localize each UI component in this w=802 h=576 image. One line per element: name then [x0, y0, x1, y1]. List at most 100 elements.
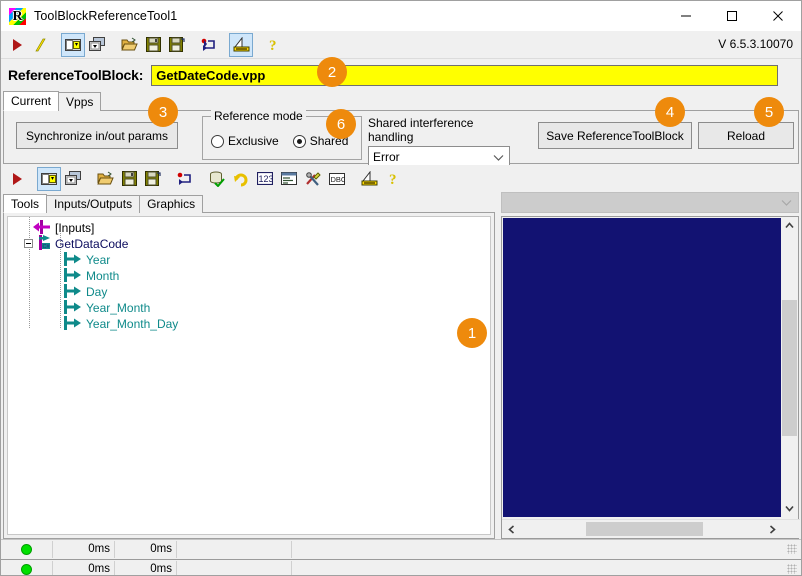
- window-title: ToolBlockReferenceTool1: [34, 9, 178, 23]
- tree-item-year-month-day[interactable]: Year_Month_Day: [8, 315, 490, 332]
- tool-tree[interactable]: [Inputs] C# GetDataCode Year Month Day Y…: [7, 216, 491, 535]
- tree-item-label: GetDataCode: [55, 237, 129, 251]
- reference-toolblock-label: ReferenceToolBlock:: [8, 67, 144, 83]
- status-spacer: [177, 540, 292, 558]
- open-file-icon[interactable]: [117, 33, 141, 57]
- status-time-2: 0ms: [115, 540, 177, 558]
- duplicate-window-icon[interactable]: [61, 167, 85, 191]
- tab-inputs-outputs[interactable]: Inputs/Outputs: [46, 195, 141, 213]
- minimize-button[interactable]: [663, 1, 709, 31]
- tree-item-label: Day: [86, 285, 108, 299]
- status-time-2: 0ms: [115, 560, 177, 575]
- annotation-badge-1: 1: [457, 318, 487, 348]
- settings-tabs: Current Vpps: [3, 91, 102, 111]
- svg-text:?: ?: [269, 38, 277, 53]
- svg-text:?: ?: [389, 172, 397, 187]
- arrow-left-magenta-icon: [33, 219, 51, 237]
- tab-tools[interactable]: Tools: [3, 194, 48, 213]
- tree-item-label: [Inputs]: [55, 221, 95, 235]
- image-viewer: [501, 216, 800, 539]
- tree-item-inputs[interactable]: [Inputs]: [8, 219, 490, 237]
- scroll-down-icon[interactable]: [781, 500, 798, 517]
- tree-item-getdatacode[interactable]: C# GetDataCode: [8, 235, 490, 252]
- annotation-badge-3: 3: [148, 97, 178, 127]
- status-bar-secondary: 0ms 0ms: [1, 559, 801, 576]
- close-button[interactable]: [755, 1, 801, 31]
- undo-icon[interactable]: [229, 167, 253, 191]
- horizontal-scrollbar-thumb[interactable]: [586, 522, 703, 536]
- arrow-right-teal-icon: [64, 251, 82, 269]
- record-select-combo[interactable]: [501, 192, 799, 213]
- help-icon[interactable]: ?: [261, 33, 285, 57]
- help-icon[interactable]: ?: [381, 167, 405, 191]
- resize-grip-icon: [787, 564, 797, 574]
- status-message: [292, 541, 787, 558]
- window-controls: [663, 1, 801, 31]
- scroll-up-icon[interactable]: [781, 217, 798, 234]
- tab-current[interactable]: Current: [3, 91, 60, 111]
- open-file-icon[interactable]: [93, 167, 117, 191]
- svg-text:123: 123: [259, 174, 274, 184]
- tree-expander-collapse-icon[interactable]: [24, 239, 33, 248]
- tree-item-year-month[interactable]: Year_Month: [8, 299, 490, 316]
- tools-icon[interactable]: [301, 167, 325, 191]
- radio-shared-indicator[interactable]: [292, 134, 306, 148]
- reference-mode-title: Reference mode: [211, 109, 306, 123]
- annotation-badge-6: 6: [326, 109, 356, 139]
- tools-tabs: Tools Inputs/Outputs Graphics: [3, 194, 204, 213]
- app-logo-r-icon: R: [9, 7, 26, 25]
- synchronize-params-button[interactable]: Synchronize in/out params: [16, 122, 178, 149]
- tools-panel: [Inputs] C# GetDataCode Year Month Day Y…: [3, 212, 495, 539]
- application-window: R ToolBlockReferenceTool1 ? V 6.5.3.1007…: [0, 0, 802, 576]
- toolblock-editor-icon[interactable]: [37, 166, 61, 191]
- annotation-badge-2: 2: [317, 57, 347, 87]
- display-panel: [501, 192, 800, 539]
- run-icon[interactable]: [5, 33, 29, 57]
- tree-item-day[interactable]: Day: [8, 283, 490, 300]
- scroll-left-icon[interactable]: [502, 520, 521, 538]
- duplicate-window-icon[interactable]: [85, 33, 109, 57]
- shared-interference-select[interactable]: Error: [368, 146, 510, 167]
- title-bar: R ToolBlockReferenceTool1: [1, 1, 801, 31]
- properties-icon[interactable]: [277, 167, 301, 191]
- toolblock-editor-icon[interactable]: [61, 32, 85, 57]
- status-led-container: [1, 540, 53, 558]
- numbers-icon[interactable]: 123: [253, 167, 277, 191]
- resize-grip-icon: [787, 544, 797, 554]
- run-icon[interactable]: [5, 167, 29, 191]
- debug-icon[interactable]: DBG: [325, 167, 349, 191]
- tree-item-label: Year_Month_Day: [86, 317, 179, 331]
- save-as-icon[interactable]: [165, 33, 189, 57]
- vertical-scrollbar[interactable]: [781, 217, 798, 517]
- import-icon[interactable]: [197, 33, 221, 57]
- tree-item-month[interactable]: Month: [8, 267, 490, 284]
- save-icon[interactable]: [141, 33, 165, 57]
- status-led-green-icon: [21, 543, 32, 555]
- status-message: [292, 561, 787, 576]
- tab-graphics[interactable]: Graphics: [139, 195, 204, 213]
- radio-exclusive[interactable]: Exclusive: [211, 134, 279, 148]
- annotation-badge-4: 4: [655, 97, 685, 127]
- tools-tabstrip: Tools Inputs/Outputs Graphics [Inputs] C…: [3, 194, 495, 539]
- tree-item-label: Month: [86, 269, 120, 283]
- scroll-right-icon[interactable]: [763, 520, 782, 538]
- save-as-icon[interactable]: [141, 167, 165, 191]
- tab-vpps[interactable]: Vpps: [58, 92, 102, 111]
- measure-icon[interactable]: [229, 32, 253, 57]
- maximize-button[interactable]: [709, 1, 755, 31]
- image-canvas[interactable]: [503, 218, 782, 517]
- quick-run-icon[interactable]: [29, 33, 53, 57]
- import-icon[interactable]: [173, 167, 197, 191]
- reference-toolblock-input[interactable]: [151, 64, 779, 86]
- version-label: V 6.5.3.10070: [718, 37, 793, 51]
- status-bar-primary: 0ms 0ms: [1, 539, 801, 558]
- horizontal-scrollbar[interactable]: [502, 519, 800, 538]
- tree-item-year[interactable]: Year: [8, 251, 490, 269]
- measure-icon[interactable]: [357, 167, 381, 191]
- radio-exclusive-indicator[interactable]: [211, 134, 224, 148]
- save-icon[interactable]: [117, 167, 141, 191]
- reload-button[interactable]: Reload: [698, 122, 794, 149]
- shared-interference-label: Shared interference handling: [368, 116, 474, 144]
- database-check-icon[interactable]: [205, 167, 229, 191]
- vertical-scrollbar-thumb[interactable]: [782, 300, 797, 436]
